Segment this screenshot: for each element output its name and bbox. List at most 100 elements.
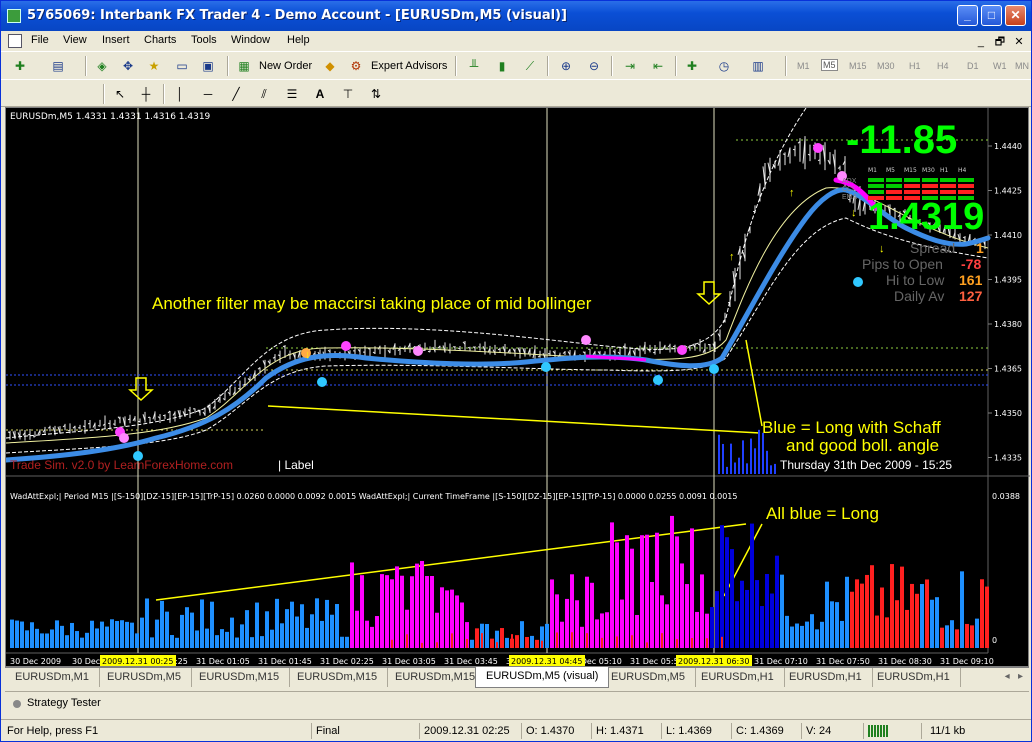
menu-insert[interactable]: Insert bbox=[102, 34, 130, 46]
horizontal-line-icon[interactable]: ─ bbox=[199, 85, 217, 103]
new-order-icon[interactable]: ▦ bbox=[235, 57, 253, 75]
timeframe-m15[interactable]: M15 bbox=[849, 61, 867, 71]
menu-window[interactable]: Window bbox=[231, 34, 270, 46]
menu-charts[interactable]: Charts bbox=[144, 34, 176, 46]
price-label: 1.4410 bbox=[994, 231, 1022, 240]
menu-file[interactable]: File bbox=[31, 34, 49, 46]
menu-tools[interactable]: Tools bbox=[191, 34, 217, 46]
text-tool-button[interactable]: A bbox=[311, 85, 329, 103]
histogram-bar bbox=[310, 614, 314, 648]
histogram-bar bbox=[100, 621, 104, 648]
histogram-bar bbox=[490, 638, 494, 648]
histogram-bar bbox=[340, 636, 344, 648]
tab-eurusdm-m1[interactable]: EURUSDm,M1 bbox=[5, 668, 100, 687]
tf-cell bbox=[868, 178, 884, 182]
periods-icon[interactable]: ◷ bbox=[715, 57, 733, 75]
maximize-button[interactable]: □ bbox=[981, 5, 1002, 26]
metaeditor-icon[interactable]: ◆ bbox=[321, 57, 339, 75]
expert-advisors-button[interactable]: Expert Advisors bbox=[371, 60, 447, 72]
terminal-icon[interactable]: ▭ bbox=[173, 57, 191, 75]
mdi-restore-button[interactable]: 🗗 bbox=[992, 33, 1008, 52]
histogram-bar bbox=[575, 600, 579, 648]
histogram-bar bbox=[215, 635, 219, 648]
tab-eurusdm-h1[interactable]: EURUSDm,H1 bbox=[867, 668, 961, 687]
vertical-line-icon[interactable]: │ bbox=[171, 85, 189, 103]
timeframe-d1[interactable]: D1 bbox=[967, 61, 979, 71]
candlestick-icon[interactable]: ▮ bbox=[493, 57, 511, 75]
text-label-icon[interactable]: ⊤ bbox=[339, 85, 357, 103]
histogram-bar bbox=[280, 623, 284, 648]
line-chart-icon[interactable]: ⟋ bbox=[521, 57, 539, 75]
mdi-minimize-button[interactable]: _ bbox=[973, 36, 989, 48]
volume-bar bbox=[770, 465, 772, 474]
close-button[interactable]: ✕ bbox=[1005, 5, 1026, 26]
chart-area[interactable]: ↓ ↑ ↑ ↓ ↓ M1 M5 M15 M30 H1 H4 1.4440 1.4425 1.4410 1… bbox=[5, 107, 1030, 668]
bar-chart-icon[interactable]: ╨ bbox=[465, 57, 483, 75]
strategy-tester-bar[interactable]: Strategy Tester bbox=[5, 691, 1029, 715]
auto-scroll-icon[interactable]: ⇥ bbox=[621, 57, 639, 75]
histogram-bar bbox=[345, 636, 349, 648]
channel-icon[interactable]: ⫽ bbox=[255, 85, 273, 103]
timeframe-w1[interactable]: W1 bbox=[993, 61, 1007, 71]
data-window-icon[interactable]: ✥ bbox=[119, 57, 137, 75]
tab-scroll[interactable]: ◂ ▸ bbox=[1005, 671, 1023, 682]
tab-eurusdm-m15[interactable]: EURUSDm,M15 bbox=[385, 668, 487, 687]
timeframe-m5[interactable]: M5 bbox=[821, 59, 838, 71]
indicators-icon[interactable]: ✚ bbox=[683, 57, 701, 75]
histogram-bar bbox=[195, 630, 199, 648]
histogram-bar bbox=[965, 623, 969, 648]
tab-eurusdm-m5-visual[interactable]: EURUSDm,M5 (visual) bbox=[475, 667, 610, 688]
chart-canvas[interactable]: ↓↑↑↓↓ M1 M5 M15 M30 H1 H4 1.44401.44251.44101… bbox=[6, 108, 1030, 668]
indicator-header: WadAttExpl;| Period M15 |[S-150][DZ-15][… bbox=[10, 492, 738, 501]
tester-icon[interactable]: ▣ bbox=[199, 57, 217, 75]
expert-advisors-icon[interactable]: ⚙ bbox=[347, 57, 365, 75]
time-label: 31 Dec 03:05 bbox=[382, 657, 436, 666]
histogram-bar bbox=[250, 637, 254, 648]
new-order-button[interactable]: New Order bbox=[259, 60, 312, 72]
histogram-bar bbox=[815, 629, 819, 648]
timeframe-h4[interactable]: H4 bbox=[937, 61, 949, 71]
tab-eurusdm-h1[interactable]: EURUSDm,H1 bbox=[779, 668, 873, 687]
templates-icon[interactable]: ▥ bbox=[749, 57, 767, 75]
fibonacci-icon[interactable]: ☰ bbox=[283, 85, 301, 103]
tab-eurusdm-h1[interactable]: EURUSDm,H1 bbox=[691, 668, 785, 687]
title-bar[interactable]: 5765069: Interbank FX Trader 4 - Demo Ac… bbox=[1, 1, 1031, 31]
volume-bar bbox=[758, 429, 760, 474]
minimize-button[interactable]: _ bbox=[957, 5, 978, 26]
navigator-icon[interactable]: ★ bbox=[145, 57, 163, 75]
histogram-bar-small bbox=[676, 639, 678, 648]
status-open: O: 1.4370 bbox=[521, 723, 589, 739]
menu-help[interactable]: Help bbox=[287, 34, 310, 46]
tf-cell bbox=[958, 178, 974, 182]
cursor-icon[interactable]: ↖ bbox=[111, 85, 129, 103]
zoom-out-icon[interactable]: ⊖ bbox=[585, 57, 603, 75]
new-chart-icon[interactable]: ✚ bbox=[11, 57, 29, 75]
timeframe-m30[interactable]: M30 bbox=[877, 61, 895, 71]
chart-shift-icon[interactable]: ⇤ bbox=[649, 57, 667, 75]
histogram-bar bbox=[850, 591, 854, 648]
timeframe-mn[interactable]: MN bbox=[1015, 61, 1029, 71]
tab-eurusdm-m15[interactable]: EURUSDm,M15 bbox=[287, 668, 389, 687]
indicator-scale-top: 0.0388 bbox=[992, 492, 1020, 501]
timeframe-h1[interactable]: H1 bbox=[909, 61, 921, 71]
time-label: 31 Dec 01:45 bbox=[258, 657, 312, 666]
market-watch-icon[interactable]: ◈ bbox=[93, 57, 111, 75]
profiles-icon[interactable]: ▤ bbox=[49, 57, 67, 75]
tab-eurusdm-m5[interactable]: EURUSDm,M5 bbox=[601, 668, 696, 687]
zoom-in-icon[interactable]: ⊕ bbox=[557, 57, 575, 75]
timeframe-m1[interactable]: M1 bbox=[797, 61, 810, 71]
mdi-close-button[interactable]: ✕ bbox=[1011, 35, 1027, 48]
histogram-bar bbox=[940, 627, 944, 648]
tab-eurusdm-m5[interactable]: EURUSDm,M5 bbox=[97, 668, 192, 687]
histogram-bar bbox=[630, 548, 634, 648]
histogram-bar bbox=[75, 631, 79, 648]
tf-cell bbox=[868, 190, 884, 194]
crosshair-icon[interactable]: ┼ bbox=[137, 85, 155, 103]
strategy-tester-label[interactable]: Strategy Tester bbox=[27, 697, 101, 709]
trendline-icon[interactable]: ╱ bbox=[227, 85, 245, 103]
tab-eurusdm-m15[interactable]: EURUSDm,M15 bbox=[189, 668, 291, 687]
menu-view[interactable]: View bbox=[63, 34, 87, 46]
mdi-child-icon[interactable] bbox=[8, 34, 22, 48]
arrows-icon[interactable]: ⇅ bbox=[367, 85, 385, 103]
status-profile[interactable]: Final bbox=[311, 723, 417, 739]
